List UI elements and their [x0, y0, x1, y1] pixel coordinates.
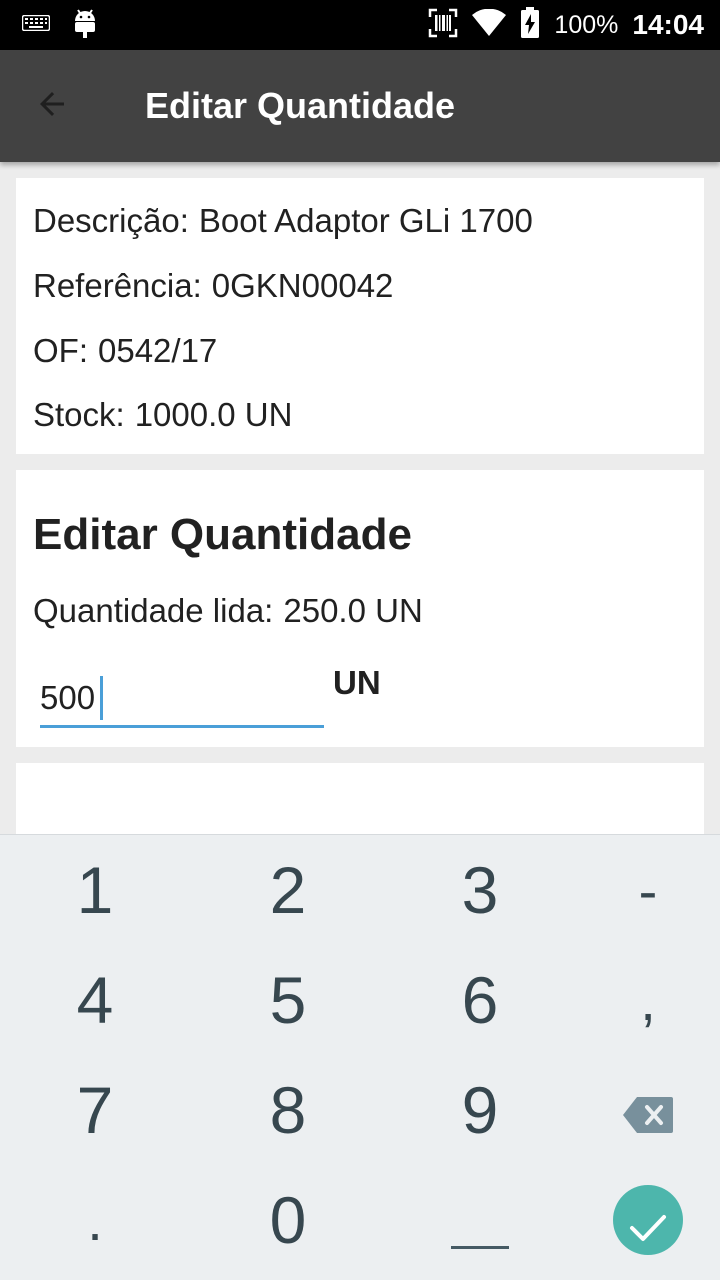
- key-7[interactable]: 7: [5, 1055, 185, 1165]
- space-icon: [451, 1246, 509, 1249]
- space-key[interactable]: [390, 1165, 570, 1275]
- done-key[interactable]: [558, 1165, 720, 1275]
- back-button[interactable]: [24, 78, 80, 134]
- key-0[interactable]: 0: [198, 1165, 378, 1275]
- done-button[interactable]: [613, 1185, 683, 1255]
- edit-heading: Editar Quantidade: [33, 510, 412, 559]
- edit-quantity-card: Editar Quantidade Quantidade lida: 250.0 …: [16, 470, 704, 747]
- referencia-label: Referência:: [33, 267, 202, 304]
- qty-read-label: Quantidade lida:: [33, 592, 274, 629]
- numeric-keypad: 1 2 3 - 4 5 6 , 7 8 9 . 0: [0, 834, 720, 1280]
- descricao-label: Descrição:: [33, 202, 189, 239]
- key-5[interactable]: 5: [198, 945, 378, 1055]
- arrow-back-icon: [34, 86, 70, 127]
- referencia-row: Referência: 0GKN00042: [33, 267, 393, 305]
- key-3[interactable]: 3: [390, 835, 570, 945]
- android-icon: [72, 7, 98, 44]
- backspace-key[interactable]: [558, 1055, 720, 1165]
- key-1[interactable]: 1: [5, 835, 185, 945]
- of-value: 0542/17: [98, 332, 218, 369]
- checkmark-icon: [629, 1182, 667, 1258]
- key-8[interactable]: 8: [198, 1055, 378, 1165]
- stock-label: Stock:: [33, 396, 125, 433]
- clock: 14:04: [632, 9, 704, 40]
- key-2[interactable]: 2: [198, 835, 378, 945]
- scanner-icon: [428, 8, 458, 43]
- text-cursor: [100, 676, 103, 720]
- key-9[interactable]: 9: [390, 1055, 570, 1165]
- of-row: OF: 0542/17: [33, 332, 217, 370]
- key-comma[interactable]: ,: [558, 945, 720, 1055]
- battery-percentage: 100%: [554, 10, 619, 39]
- unit-label: UN: [333, 664, 381, 701]
- descricao-value: Boot Adaptor GLi 1700: [198, 202, 533, 239]
- product-info-card: Descrição: Boot Adaptor GLi 1700 Referênc…: [16, 178, 704, 454]
- quantity-input[interactable]: [40, 670, 324, 728]
- keyboard-icon: [21, 14, 51, 36]
- battery-charging-icon: [520, 6, 540, 44]
- page-title: Editar Quantidade: [145, 85, 456, 126]
- qty-read-row: Quantidade lida: 250.0 UN: [33, 592, 423, 630]
- key-4[interactable]: 4: [5, 945, 185, 1055]
- of-label: OF:: [33, 332, 88, 369]
- wifi-icon: [472, 8, 507, 42]
- descricao-row: Descrição: Boot Adaptor GLi 1700: [33, 202, 533, 240]
- key-dot[interactable]: .: [5, 1165, 185, 1275]
- qty-read-value: 250.0 UN: [283, 592, 423, 629]
- key-minus[interactable]: -: [558, 835, 720, 945]
- empty-card: [16, 763, 704, 843]
- backspace-icon: [623, 1072, 673, 1148]
- stock-row: Stock: 1000.0 UN: [33, 396, 292, 434]
- app-bar: Editar Quantidade: [0, 50, 720, 162]
- referencia-value: 0GKN00042: [211, 267, 394, 304]
- status-bar: 100% 14:04: [0, 0, 720, 50]
- key-6[interactable]: 6: [390, 945, 570, 1055]
- stock-value: 1000.0 UN: [134, 396, 293, 433]
